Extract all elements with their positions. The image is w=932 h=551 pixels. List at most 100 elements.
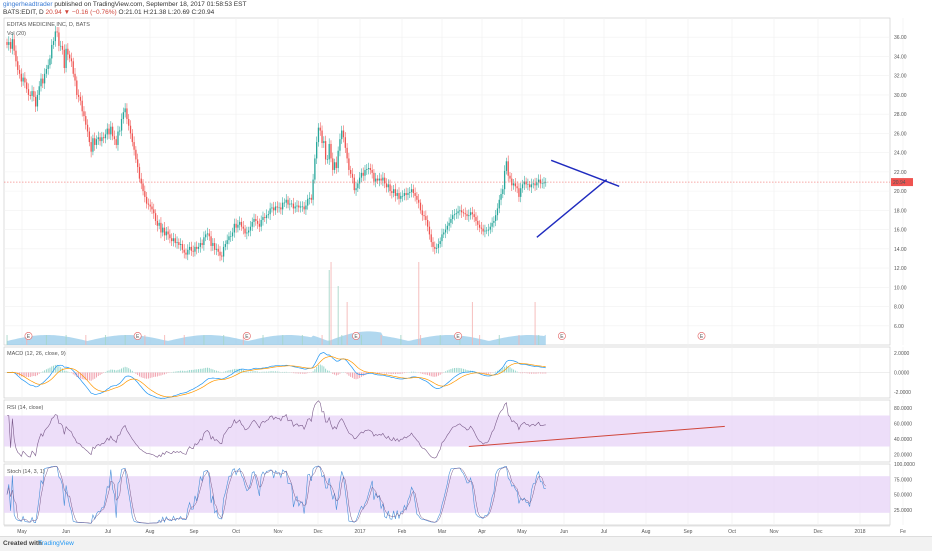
macd-histogram-bar [116,370,117,372]
candle-body [151,207,152,210]
macd-histogram-bar [263,372,264,373]
macd-histogram-bar [271,371,272,372]
macd-histogram-bar [339,373,340,374]
macd-histogram-bar [433,373,434,377]
time-label-jun: Jun [62,529,70,535]
candle-body [237,225,238,228]
candle-body [457,211,458,213]
time-label-2017: 2017 [354,529,365,535]
volume-bar [125,335,126,345]
candle-body [484,231,485,232]
candle-body [176,242,177,243]
macd-histogram-bar [545,373,546,374]
candle-body [488,230,489,231]
candle-body [339,139,340,151]
volume-bar [361,335,362,345]
stock-chart[interactable]: MayJunJulAugSepOctNovDec2017FebMarAprMay… [0,0,932,536]
macd-histogram-bar [180,371,181,373]
candle-body [373,173,374,182]
price-tick: 36.00 [894,35,907,41]
volume-bar [184,335,185,345]
macd-histogram-bar [50,368,51,373]
candle-body [454,214,455,215]
macd-histogram-bar [422,373,423,374]
candle-body [216,249,217,250]
macd-histogram-bar [184,371,185,373]
macd-histogram-bar [89,373,90,381]
macd-title: MACD (12, 26, close, 9) [7,351,66,357]
candle-body [343,131,344,138]
candle-body [171,238,172,241]
candle-body [350,170,351,174]
candle-body [447,226,448,230]
candle-body [85,116,86,125]
candle-body [352,174,353,178]
stoch-tick: 100.0000 [894,462,915,468]
candle-body [87,125,88,132]
candle-body [278,207,279,208]
candle-body [334,162,335,170]
macd-histogram-bar [87,373,88,381]
macd-histogram-bar [391,373,392,375]
created-with-label: Created with [3,540,42,547]
candle-body [325,141,326,159]
price-tick: 6.00 [894,324,904,330]
macd-histogram-bar [246,371,247,372]
candle-body [522,184,523,188]
candle-body [89,131,90,142]
macd-histogram-bar [24,373,25,377]
macd-histogram-bar [189,370,190,372]
macd-histogram-bar [535,373,536,374]
candle-body [175,238,176,243]
candle-body [413,189,414,193]
macd-histogram-bar [162,373,163,375]
candle-body [418,200,419,203]
macd-histogram-bar [94,373,95,379]
macd-histogram-bar [137,373,138,376]
candle-body [298,206,299,208]
macd-histogram-bar [155,373,156,377]
macd-histogram-bar [220,372,221,373]
candle-body [153,209,154,213]
candle-body [80,97,81,101]
candle-body [420,203,421,211]
candle-body [479,225,480,228]
candle-body [157,221,158,226]
candle-body [62,46,63,50]
macd-histogram-bar [420,373,421,374]
volume-bar [66,335,67,345]
candle-body [21,74,22,82]
candle-body [155,213,156,221]
macd-histogram-bar [431,373,432,377]
candle-body [250,227,251,231]
candle-body [355,188,356,190]
macd-histogram-bar [259,372,260,373]
macd-histogram-bar [293,373,294,374]
candle-body [35,97,36,107]
time-label-mar: Mar [438,529,447,535]
macd-histogram-bar [527,373,528,374]
candle-body [209,233,210,236]
macd-histogram-bar [125,367,126,373]
candle-body [117,131,118,144]
price-tick: 28.00 [894,112,907,118]
macd-histogram-bar [382,373,383,374]
macd-histogram-bar [112,370,113,373]
macd-histogram-bar [511,369,512,373]
candle-body [110,127,111,135]
candle-body [282,203,283,210]
macd-histogram-bar [402,373,403,374]
candle-body [364,170,365,176]
tradingview-logo[interactable]: TradingView [38,540,74,547]
candle-body [493,221,494,223]
candle-body [244,229,245,234]
macd-histogram-bar [279,372,280,373]
macd-histogram-bar [273,371,274,372]
macd-histogram-bar [336,373,337,376]
macd-histogram-bar [214,370,215,372]
candle-body [506,161,507,171]
macd-histogram-bar [98,373,99,377]
candle-body [142,183,143,191]
macd-histogram-bar [35,373,36,377]
macd-tick: -2.0000 [894,390,911,396]
